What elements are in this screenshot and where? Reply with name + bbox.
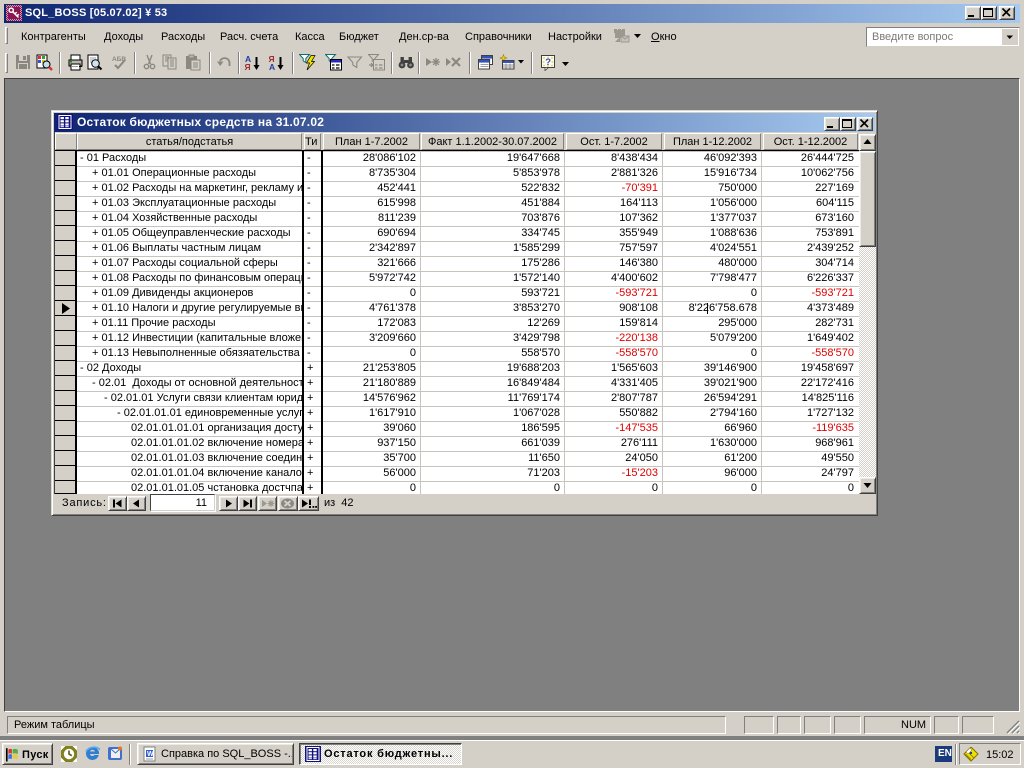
svg-text:А: А (269, 62, 275, 71)
svg-text:Я: Я (245, 62, 251, 71)
svg-text:W: W (147, 751, 154, 758)
svg-text:?: ? (545, 57, 551, 68)
